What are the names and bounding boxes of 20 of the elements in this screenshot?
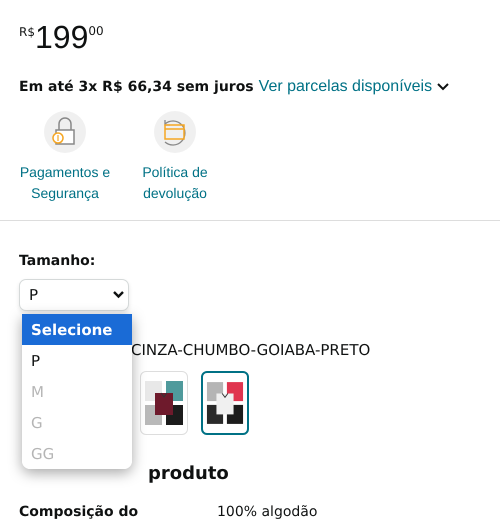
installments-link[interactable]: Ver parcelas disponíveis bbox=[258, 78, 432, 96]
price-whole: 199 bbox=[34, 22, 88, 52]
chevron-down-icon bbox=[113, 291, 124, 299]
detail-value: 100% algodão bbox=[217, 504, 318, 520]
size-option[interactable]: P bbox=[22, 345, 132, 376]
size-option[interactable]: Selecione bbox=[22, 314, 132, 345]
lock-icon bbox=[43, 110, 87, 154]
currency-symbol: R$ bbox=[19, 25, 35, 39]
size-select[interactable]: P bbox=[19, 279, 129, 311]
feature-link[interactable]: Política de devolução bbox=[129, 162, 221, 204]
detail-label: Composição do bbox=[19, 504, 140, 520]
color-swatch[interactable] bbox=[201, 371, 249, 435]
chevron-down-icon[interactable] bbox=[437, 83, 450, 91]
feature-link[interactable]: Pagamentos e Segurança bbox=[19, 162, 111, 204]
color-name: CINZA-CHUMBO-GOIABA-PRETO bbox=[131, 341, 372, 359]
return-box-icon bbox=[153, 110, 197, 154]
price-cents: 00 bbox=[88, 24, 104, 38]
section-heading: produto bbox=[148, 463, 229, 484]
size-label: Tamanho: bbox=[19, 253, 96, 269]
installment-text: Em até 3x R$ 66,34 sem juros bbox=[19, 79, 254, 95]
